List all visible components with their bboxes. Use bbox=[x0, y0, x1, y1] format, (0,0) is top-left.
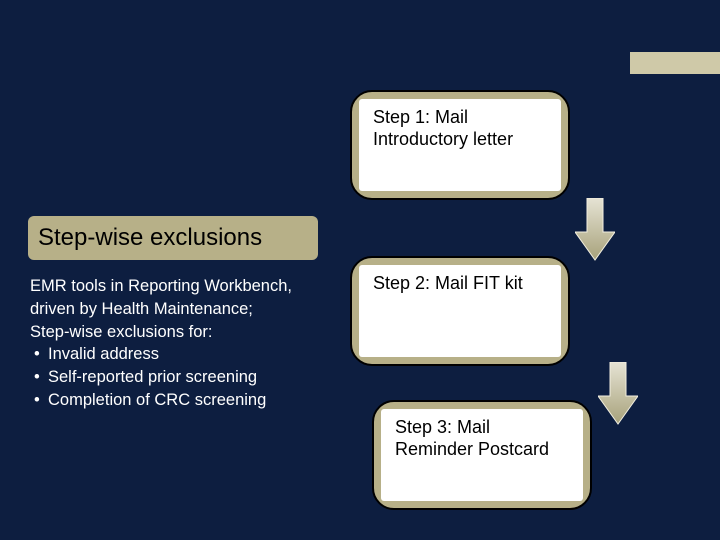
corner-accent bbox=[630, 52, 720, 74]
arrow-down-icon bbox=[575, 198, 615, 258]
step-card-1: Step 1: Mail Introductory letter bbox=[350, 90, 570, 200]
step-label: Step 1: Mail Introductory letter bbox=[373, 107, 549, 151]
body-lead: EMR tools in Reporting Workbench, driven… bbox=[30, 275, 330, 343]
step-card-3: Step 3: Mail Reminder Postcard bbox=[372, 400, 592, 510]
step-card-2: Step 2: Mail FIT kit bbox=[350, 256, 570, 366]
step-label: Step 3: Mail Reminder Postcard bbox=[395, 417, 571, 461]
list-item: Self-reported prior screening bbox=[30, 366, 330, 389]
body-text: EMR tools in Reporting Workbench, driven… bbox=[30, 275, 330, 412]
title-text: Step-wise exclusions bbox=[38, 224, 262, 251]
list-item: Completion of CRC screening bbox=[30, 389, 330, 412]
arrow-down-icon bbox=[598, 362, 638, 422]
list-item: Invalid address bbox=[30, 343, 330, 366]
title-box: Step-wise exclusions bbox=[28, 216, 318, 260]
step-label: Step 2: Mail FIT kit bbox=[373, 273, 523, 295]
body-bullets: Invalid address Self-reported prior scre… bbox=[30, 343, 330, 411]
